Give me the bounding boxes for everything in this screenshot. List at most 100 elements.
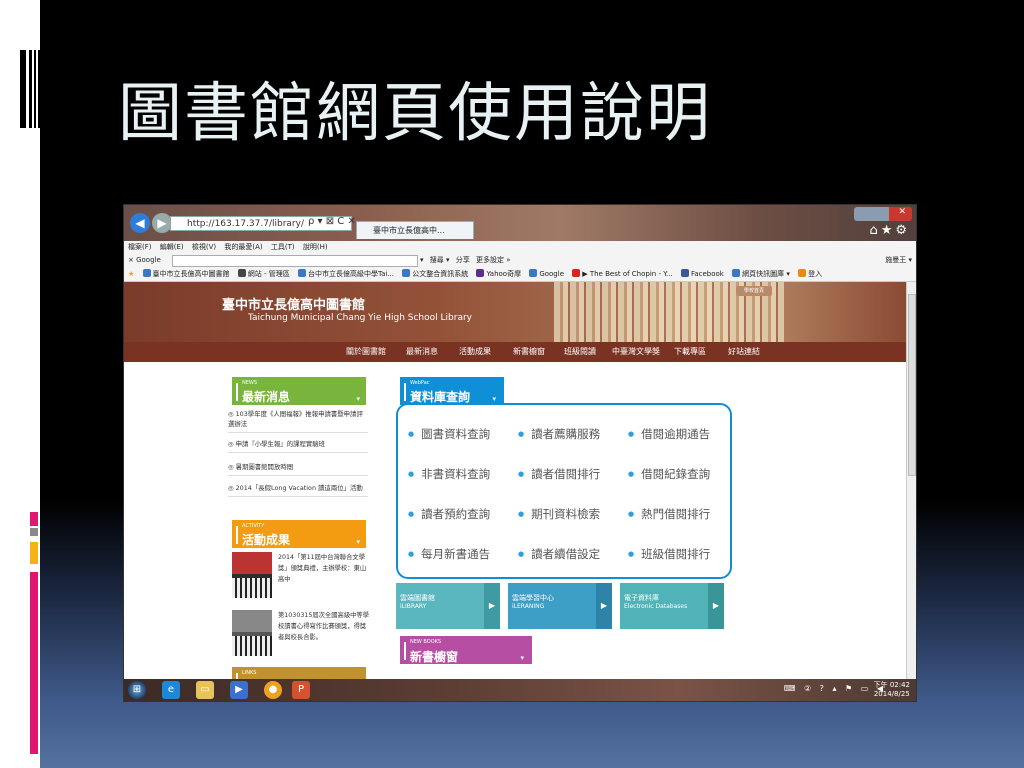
nav-news[interactable]: 最新消息	[406, 342, 438, 362]
google-toolbar-items: ▾ 搜尋 ▾ 分享 更多設定 »	[420, 253, 514, 267]
link-book-search[interactable]: 圖書資料查詢	[408, 426, 490, 442]
google-search-input[interactable]	[172, 255, 418, 267]
news-tiny-label: NEWS	[242, 380, 258, 386]
link-purchase-suggestion[interactable]: 讀者薦購服務	[518, 426, 600, 442]
link-borrow-records[interactable]: 借閱紀錄查詢	[628, 466, 710, 482]
media-player-icon[interactable]: ▶	[230, 681, 248, 699]
menu-bar: 檔案(F) 編輯(E) 檢視(V) 我的最愛(A) 工具(T) 說明(H)	[124, 241, 916, 253]
menu-file[interactable]: 檔案(F)	[128, 243, 152, 251]
chevron-down-icon: ▾	[520, 654, 524, 662]
news-item[interactable]: ◎ 103學年度《人間福報》推報申請書暨申請評選辦法	[228, 409, 368, 433]
favorites-star-icon[interactable]: ★	[128, 270, 134, 278]
chevron-down-icon: ▾	[356, 395, 360, 403]
google-search-button[interactable]: 搜尋 ▾	[430, 256, 450, 264]
link-monthly-new-books[interactable]: 每月新書通告	[408, 546, 490, 562]
bullet-icon: ◎	[228, 410, 236, 418]
library-name-en: Taichung Municipal Chang Yie High School…	[248, 313, 472, 323]
fav-item[interactable]: 網站 - 管理區	[237, 269, 290, 278]
link-periodicals[interactable]: 期刊資料檢索	[518, 506, 600, 522]
nav-new-books[interactable]: 新書櫥窗	[513, 342, 545, 362]
school-home-button[interactable]: 學校首頁	[736, 286, 772, 296]
links-header[interactable]: LINKS	[232, 667, 366, 679]
library-name-zh[interactable]: 臺中市立長億高中圖書館	[222, 294, 365, 313]
link-reservation[interactable]: 讀者預約查詢	[408, 506, 490, 522]
browser-tab[interactable]: 臺中市立長億高中...	[356, 221, 474, 239]
fav-icon	[529, 269, 538, 277]
link-renewal-settings[interactable]: 讀者續借設定	[518, 546, 600, 562]
fav-icon	[732, 269, 741, 277]
system-tray[interactable]: ⌨ ② ? ▴ ⚑ ▭ ◀	[784, 684, 886, 693]
link-nonbook-search[interactable]: 非書資料查詢	[408, 466, 490, 482]
news-item[interactable]: ◎ 申請『小學生報』的課程實驗班	[228, 439, 368, 453]
menu-tools[interactable]: 工具(T)	[271, 243, 295, 251]
back-arrow-icon[interactable]: ◀	[130, 213, 150, 233]
fav-icon	[680, 269, 689, 277]
window-controls[interactable]: ✕	[854, 207, 912, 221]
fav-item[interactable]: Facebook	[680, 269, 724, 278]
menu-favorites[interactable]: 我的最愛(A)	[224, 243, 262, 251]
fav-item[interactable]: Yahoo奇摩	[476, 269, 521, 278]
folder-icon[interactable]: ▭	[196, 681, 214, 699]
nav-links[interactable]: 好站連結	[728, 342, 760, 362]
activity-photo[interactable]	[232, 552, 272, 598]
link-reader-ranking[interactable]: 讀者借閱排行	[518, 466, 600, 482]
nav-download[interactable]: 下載專區	[674, 342, 706, 362]
activity-item[interactable]: 第1030315屆次全國高級中等學校讀書心得寫作比賽頒獎，得獎者與校長合影。	[278, 610, 370, 643]
menu-help[interactable]: 說明(H)	[303, 243, 328, 251]
fav-item[interactable]: 網頁快訊圖庫 ▾	[732, 269, 790, 278]
nav-class-reading[interactable]: 班級閱讀	[564, 342, 596, 362]
news-title: 最新消息	[242, 390, 291, 404]
google-user[interactable]: 施曼王 ▾	[885, 253, 912, 267]
activity-item[interactable]: 2014「第11屆中台灣聯合文學獎」頒獎典禮，主辦學校：東山高中	[278, 552, 370, 585]
vertical-scrollbar[interactable]	[906, 282, 916, 679]
fav-item[interactable]: 臺中市立長億高中圖書館	[142, 269, 230, 278]
newbooks-tiny-label: NEW BOOKS	[410, 639, 442, 645]
news-header[interactable]: NEWS 最新消息 ▾	[232, 377, 366, 405]
ie-icon[interactable]: e	[162, 681, 180, 699]
menu-view[interactable]: 檢視(V)	[192, 243, 216, 251]
forward-arrow-icon[interactable]: ▶	[152, 213, 172, 233]
link-class-ranking[interactable]: 班級借閱排行	[628, 546, 710, 562]
start-button-icon[interactable]: ⊞	[128, 681, 146, 699]
slide-title-decoration	[20, 50, 40, 128]
menu-edit[interactable]: 編輯(E)	[160, 243, 184, 251]
fav-item[interactable]: ▶ The Best of Chopin - Y...	[572, 269, 673, 278]
news-item[interactable]: ◎ 2014「長假Long Vacation 讀這兩位」活動	[228, 483, 368, 497]
news-item[interactable]: ◎ 暑期圖書館開放時間	[228, 462, 368, 476]
activity-photo[interactable]	[232, 610, 272, 656]
taskbar-clock[interactable]: 下午 02:42 2014/8/25	[874, 681, 910, 699]
bullet-icon: ◎	[228, 463, 236, 471]
fav-item[interactable]: 登入	[798, 269, 822, 278]
browser-titlebar: ◀ ▶ http://163.17.37.7/library/ ρ ▾ ⊠ C …	[124, 205, 916, 241]
windows-taskbar: ⊞ e ▭ ▶ ● P ⌨ ② ? ▴ ⚑ ▭ ◀ 下午 02:42 2014/…	[124, 679, 916, 701]
google-share-button[interactable]: 分享	[456, 256, 470, 264]
newbooks-tab[interactable]: NEW BOOKS 新書櫥窗 ▾	[400, 636, 532, 664]
fav-item[interactable]: Google	[529, 269, 564, 278]
powerpoint-icon[interactable]: P	[292, 681, 310, 699]
nav-literature-award[interactable]: 中臺灣文學獎	[612, 342, 660, 362]
google-more-settings[interactable]: 更多設定 »	[476, 256, 511, 264]
address-bar-icons[interactable]: ρ ▾ ⊠ C ✕	[308, 216, 356, 227]
arrow-right-icon: ▶	[596, 583, 612, 629]
nav-activity[interactable]: 活動成果	[459, 342, 491, 362]
google-dropdown[interactable]: ▾	[420, 256, 424, 264]
edatabase-button[interactable]: 電子資料庫 Electronic Databases ▶	[620, 583, 724, 629]
home-star-gear-icons[interactable]: ⌂★⚙	[869, 223, 910, 238]
fav-icon	[402, 269, 411, 277]
ilibrary-button[interactable]: 雲端圖書館 iLIBRARY ▶	[396, 583, 500, 629]
library-page: 臺中市立長億高中圖書館 Taichung Municipal Chang Yie…	[124, 282, 907, 679]
link-popular-ranking[interactable]: 熱門借閱排行	[628, 506, 710, 522]
link-overdue-notice[interactable]: 借閱逾期通告	[628, 426, 710, 442]
nav-about[interactable]: 關於圖書館	[346, 342, 386, 362]
webpac-tab[interactable]: WebPac 資料庫查詢 ▾	[400, 377, 504, 405]
chrome-icon[interactable]: ●	[264, 681, 282, 699]
close-icon[interactable]: ✕	[898, 207, 906, 217]
fav-icon	[297, 269, 306, 277]
clock-date: 2014/8/25	[873, 690, 910, 698]
activity-tiny-label: ACTIVITY	[242, 523, 265, 529]
ilearning-button[interactable]: 雲端學習中心 iLERANING ▶	[508, 583, 612, 629]
fav-item[interactable]: 公文整合資訊系統	[402, 269, 468, 278]
fav-item[interactable]: 台中市立長億高級中學Tai...	[297, 269, 394, 278]
activity-header[interactable]: ACTIVITY 活動成果 ▾	[232, 520, 366, 548]
arrow-right-icon: ▶	[484, 583, 500, 629]
